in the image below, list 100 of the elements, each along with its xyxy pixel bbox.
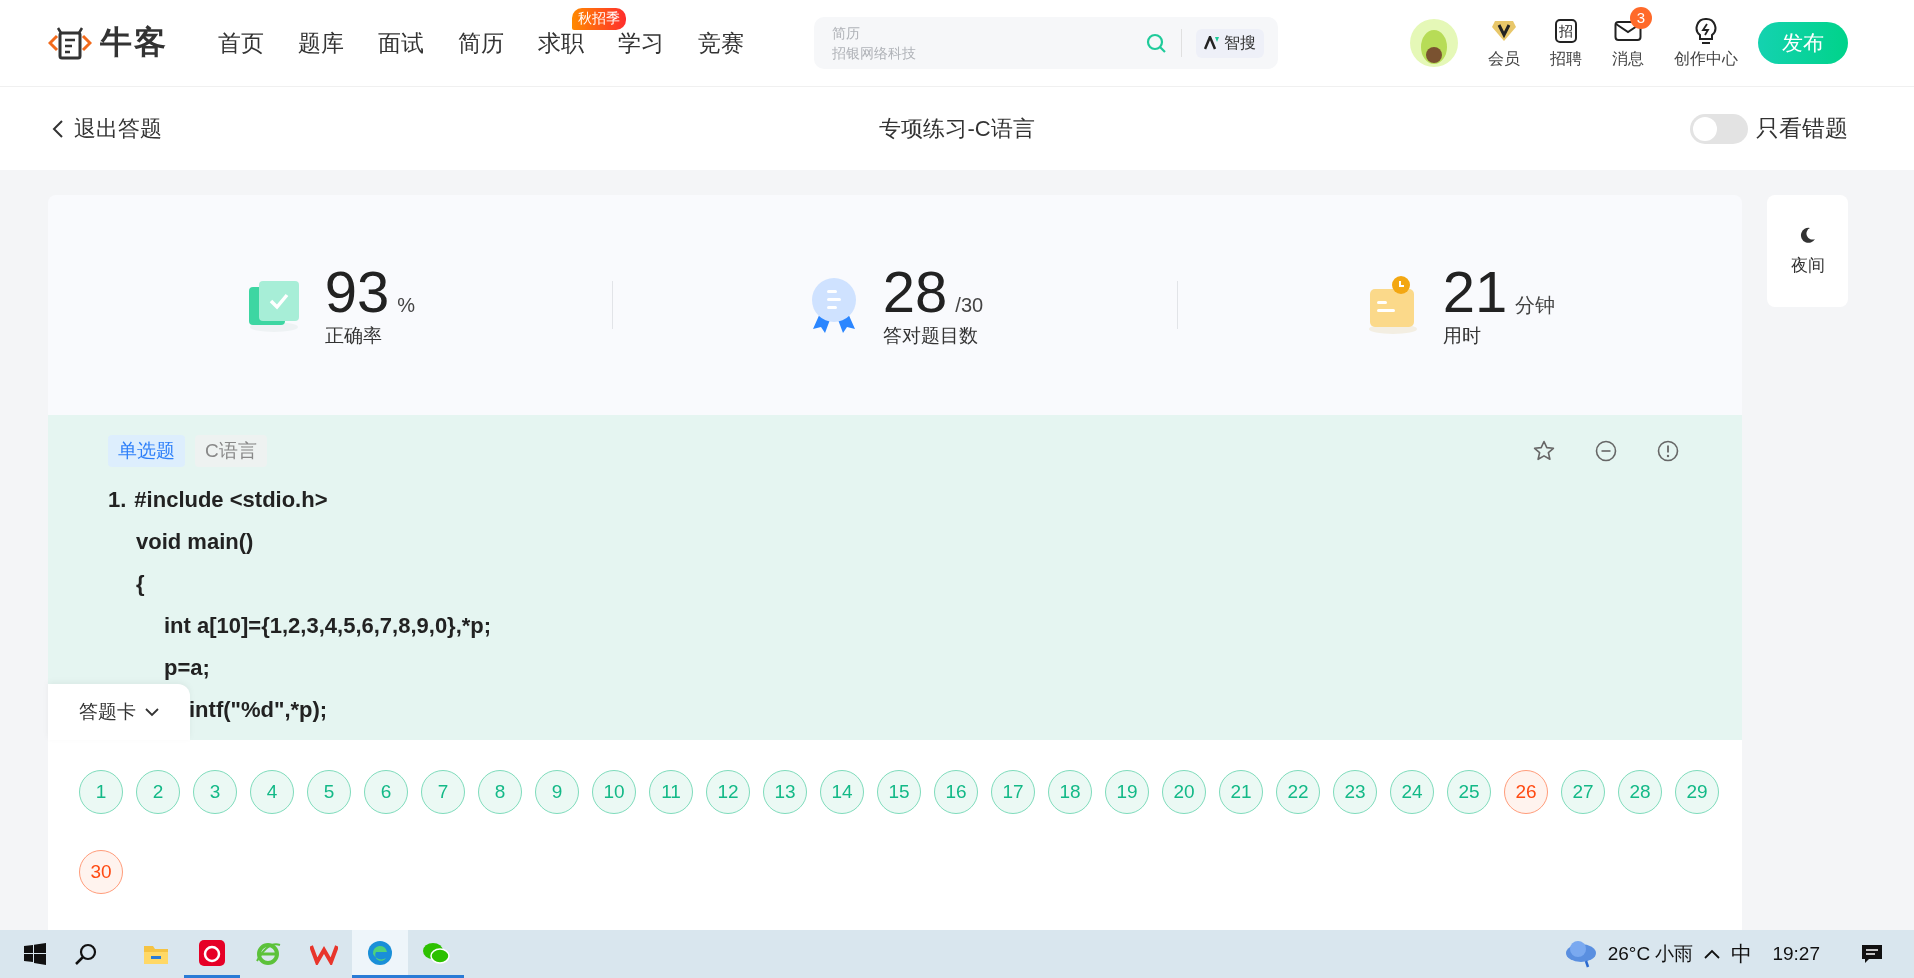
answer-number[interactable]: 14 [820,770,864,814]
nav-link[interactable]: 面试 [378,29,424,56]
search-suggestion: 简历 [832,25,861,41]
answer-number[interactable]: 4 [250,770,294,814]
stat-value: 28 [882,261,948,323]
answer-number[interactable]: 12 [706,770,750,814]
code-line: { [136,571,145,596]
input-method-indicator[interactable]: 中 [1731,940,1753,968]
answer-number[interactable]: 18 [1048,770,1092,814]
answer-number[interactable]: 8 [478,770,522,814]
answer-number[interactable]: 2 [136,770,180,814]
start-icon[interactable] [24,943,46,965]
answer-number[interactable]: 30 [79,850,123,894]
page-title: 专项练习-C语言 [879,114,1035,143]
header-action-label[interactable]: 消息 [1612,48,1644,70]
answer-number[interactable]: 19 [1105,770,1149,814]
star-icon[interactable] [1532,439,1556,463]
chat-icon [422,940,450,965]
weather-icon[interactable] [1563,939,1598,969]
nav-link[interactable]: 首页 [218,29,264,56]
search-icon[interactable] [74,942,98,966]
search-suggestion: 招银网络科技 [832,45,917,61]
answer-number[interactable]: 17 [991,770,1035,814]
vip-icon[interactable] [1491,18,1517,43]
answer-number[interactable]: 20 [1162,770,1206,814]
header-action-label[interactable]: 创作中心 [1674,48,1738,70]
answer-number[interactable]: 16 [934,770,978,814]
code-line: p=a; [164,655,210,680]
answer-number[interactable]: 1 [79,770,123,814]
logo-text[interactable]: 牛客 [100,21,168,65]
logo-icon[interactable] [48,26,92,60]
notification-icon[interactable] [1860,942,1884,966]
chevron-down-icon [143,707,160,717]
jobs-icon[interactable]: 招 [1555,18,1577,43]
answer-number[interactable]: 26 [1504,770,1548,814]
answer-number[interactable]: 5 [307,770,351,814]
answer-number[interactable]: 7 [421,770,465,814]
toggle-label: 只看错题 [1756,114,1848,143]
nav-link[interactable]: 题库 [298,29,344,56]
nav-link[interactable]: 学习 [618,29,664,56]
answer-number[interactable]: 6 [364,770,408,814]
answer-number[interactable]: 24 [1390,770,1434,814]
exit-quiz-link[interactable]: 退出答题 [52,113,162,144]
office-app-icon [310,943,338,965]
question-tag: C语言 [195,435,267,467]
answer-card-tab[interactable]: 答题卡 [48,684,190,740]
answer-number[interactable]: 21 [1219,770,1263,814]
nav-badge: 秋招季 [572,7,626,30]
taskbar-button[interactable] [352,930,408,978]
code-line: intf("%d",*p); [189,697,328,722]
answer-number[interactable]: 13 [763,770,807,814]
weather-text[interactable]: 26°C 小雨 [1607,941,1694,967]
ai-logo-icon [1204,36,1220,50]
moon-icon [1798,225,1817,244]
nav-link[interactable]: 竞赛 [698,29,744,56]
stat-unit: % [397,294,416,317]
music-app-icon [199,939,225,966]
stat-value: 93 [324,261,390,323]
answer-number[interactable]: 11 [649,770,693,814]
answer-number[interactable]: 28 [1618,770,1662,814]
chevron-up-icon[interactable] [1703,948,1722,960]
code-line: #include <stdio.h> [134,487,328,512]
nav-link[interactable]: 求职 [538,29,584,56]
answer-number[interactable]: 3 [193,770,237,814]
stat-label: 答对题目数 [882,324,979,348]
night-mode-button[interactable]: 夜间 [1767,195,1848,307]
stat-label: 正确率 [324,324,383,348]
avatar[interactable] [1410,19,1458,67]
question-number: 1. [108,487,127,512]
publish-button[interactable]: 发布 [1758,22,1848,64]
code-line: void main() [136,529,254,554]
answer-number[interactable]: 27 [1561,770,1605,814]
answer-number[interactable]: 9 [535,770,579,814]
browser-icon [255,941,281,967]
stat-unit: /30 [955,294,984,317]
message-count-badge: 3 [1630,6,1652,29]
header-action-label[interactable]: 会员 [1488,48,1520,70]
answer-number[interactable]: 29 [1675,770,1719,814]
header-action-label[interactable]: 招聘 [1550,48,1582,70]
clock[interactable]: 19:27 [1772,943,1820,965]
report-icon[interactable] [1656,439,1680,463]
wrong-only-toggle[interactable] [1690,113,1748,144]
stat-value: 21 [1442,261,1508,323]
answer-number[interactable]: 22 [1276,770,1320,814]
answer-number[interactable]: 25 [1447,770,1491,814]
stat-label: 用时 [1442,324,1482,348]
nav-link[interactable]: 简历 [458,29,504,56]
question-tag: 单选题 [108,435,185,467]
stat-unit: 分钟 [1515,293,1556,318]
back-icon [52,118,64,139]
ai-search-button[interactable]: 智搜 [1196,28,1264,58]
search-field[interactable]: 简历 招银网络科技 智搜 [814,17,1278,69]
answer-number[interactable]: 23 [1333,770,1377,814]
lightbulb-icon[interactable] [1694,16,1718,45]
answer-number[interactable]: 10 [592,770,636,814]
minus-circle-icon[interactable] [1594,439,1618,463]
answer-number[interactable]: 15 [877,770,921,814]
exit-quiz-label[interactable]: 退出答题 [74,113,162,144]
code-line: int a[10]={1,2,3,4,5,6,7,8,9,0},*p; [164,613,492,638]
browser-icon [367,939,393,966]
